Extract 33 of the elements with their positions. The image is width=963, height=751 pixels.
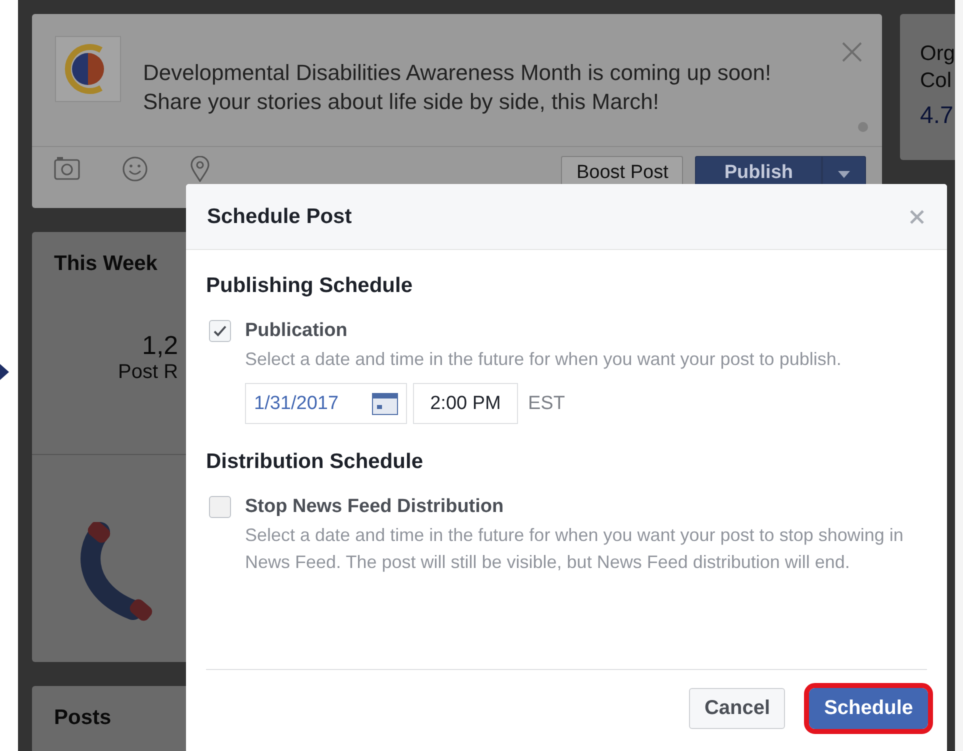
checkbox-label: Publication — [245, 320, 348, 342]
side-card-text: Org — [920, 41, 955, 67]
post-message-line: Share your stories about life side by side, this March! — [143, 88, 660, 116]
rating-value: 4.7 — [920, 102, 954, 130]
close-icon[interactable] — [842, 42, 862, 62]
side-card-text: Col — [920, 68, 953, 94]
checkbox[interactable] — [209, 496, 231, 518]
date-field[interactable]: 1/31/2017 — [245, 383, 407, 424]
timezone-label: EST — [528, 392, 565, 414]
arrow-icon — [0, 364, 9, 380]
card-title: This Week — [54, 252, 158, 276]
calendar-icon — [372, 392, 398, 414]
stat-value: 1,2 — [142, 330, 180, 361]
checkbox-label: Stop News Feed Distribution — [245, 496, 505, 518]
card-title: Posts — [54, 706, 112, 730]
logo-icon — [55, 36, 121, 102]
cancel-button[interactable]: Cancel — [689, 688, 786, 729]
dialog-title: Schedule Post — [207, 204, 352, 228]
camera-icon[interactable] — [54, 156, 80, 180]
checkmark-icon — [213, 325, 227, 337]
location-pin-icon[interactable] — [190, 156, 210, 182]
stat-label: Post R — [118, 361, 180, 384]
option-description: Select a date and time in the future for when you want your post to stop showing in News Feed. The post will still be visible, but News Feed distribution will end. — [245, 524, 904, 574]
checkbox[interactable] — [209, 320, 231, 342]
section-heading: Distribution Schedule — [206, 450, 424, 474]
close-icon[interactable] — [909, 208, 925, 224]
smiley-icon[interactable] — [122, 156, 148, 182]
section-heading: Publishing Schedule — [206, 274, 414, 298]
option-description: Select a date and time in the future for when you want your post to publish. — [245, 348, 842, 371]
post-message-line: Developmental Disabilities Awareness Month is coming up soon! — [143, 59, 772, 87]
caret-icon — [838, 171, 850, 178]
resize-dot-icon — [858, 122, 868, 132]
time-field[interactable]: 2:00 PM — [413, 383, 518, 424]
